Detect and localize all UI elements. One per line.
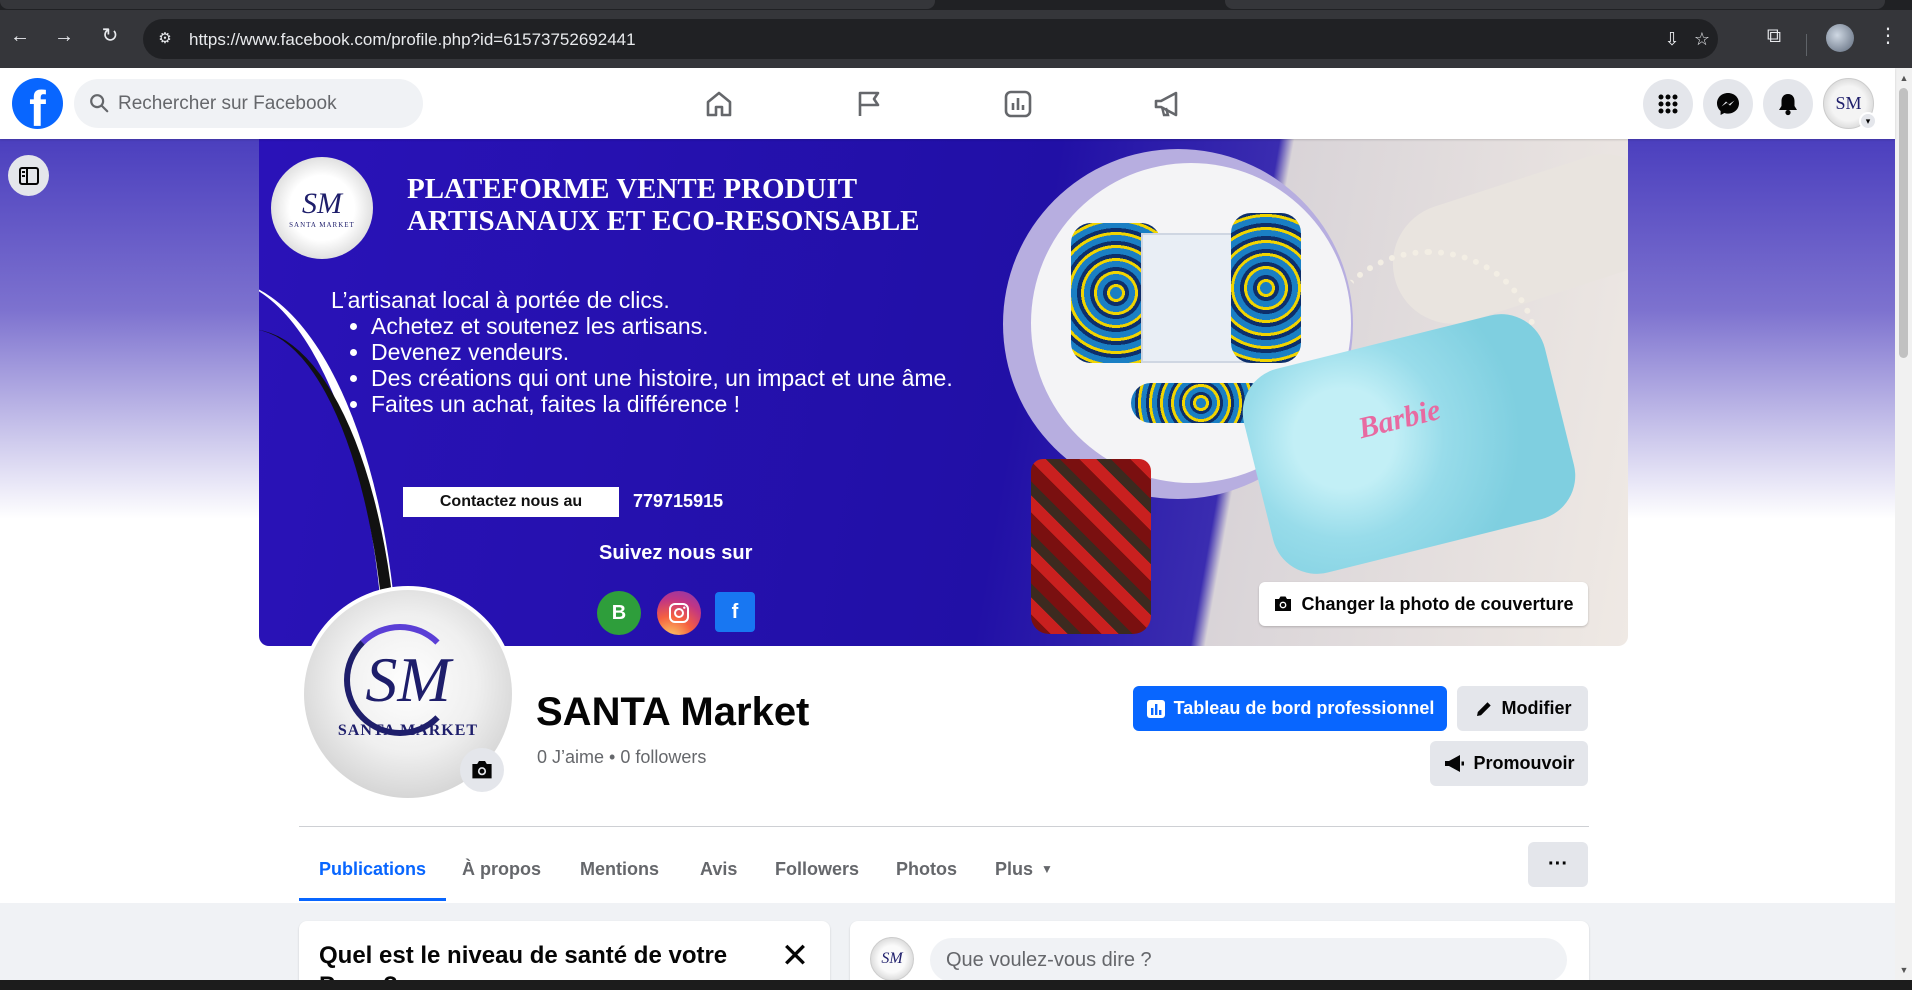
more-options-button[interactable]: ··· (1528, 842, 1588, 887)
cover-photo[interactable]: SM SANTA MARKET PLATEFORME VENTE PRODUIT… (259, 139, 1628, 646)
flag-pages-icon[interactable] (847, 82, 891, 126)
tab-photos[interactable]: Photos (876, 838, 977, 900)
reload-icon[interactable]: ↻ (96, 22, 124, 50)
change-cover-button[interactable]: Changer la photo de couverture (1259, 582, 1588, 626)
tab-publications[interactable]: Publications (299, 838, 447, 901)
tab-label: Followers (775, 858, 860, 879)
cover-bullet-list: Achetez et soutenez les artisans. Devene… (371, 313, 953, 417)
pencil-icon (1476, 701, 1491, 716)
insights-icon (1146, 699, 1165, 718)
professional-dashboard-button[interactable]: Tableau de bord professionnel (1133, 686, 1447, 731)
bookmark-star-icon[interactable]: ☆ (1691, 28, 1713, 50)
account-avatar-initials: SM (1835, 93, 1862, 113)
cover-bullet: Faites un achat, faites la différence ! (371, 391, 953, 417)
wax-bag-right (1231, 213, 1301, 363)
update-profile-photo-button[interactable] (460, 748, 504, 792)
tab-avis[interactable]: Avis (680, 838, 757, 900)
os-taskbar (0, 980, 1912, 990)
toolbar-divider (1806, 34, 1807, 56)
address-bar[interactable]: ⚙ https://www.facebook.com/profile.php?i… (143, 19, 1718, 59)
scrollbar-thumb[interactable] (1899, 88, 1908, 358)
composer-avatar[interactable]: SM (870, 937, 914, 981)
sidebar-toggle-icon[interactable] (8, 155, 49, 196)
cover-logo: SM SANTA MARKET (271, 157, 373, 259)
facebook-social-icon: f (715, 592, 755, 632)
browser-tab[interactable] (1225, 0, 1885, 9)
cover-headline: PLATEFORME VENTE PRODUIT ARTISANAUX ET E… (407, 173, 1047, 237)
search-input[interactable] (118, 79, 408, 128)
tab-label: Photos (896, 858, 957, 879)
tab-a-propos[interactable]: À propos (442, 838, 561, 900)
cover-follow-label: Suivez nous sur (599, 542, 753, 564)
home-icon[interactable] (697, 82, 741, 126)
cover-logo-name: SANTA MARKET (289, 221, 355, 229)
cover-tagline: L’artisanat local à portée de clics. (331, 287, 670, 313)
close-icon[interactable]: ✕ (777, 939, 813, 975)
cover-bullet: Des créations qui ont une histoire, un i… (371, 365, 953, 391)
tab-label: Mentions (580, 858, 659, 879)
facebook-logo[interactable]: f (12, 78, 63, 129)
edit-button-label: Modifier (1501, 698, 1572, 718)
chevron-down-icon[interactable]: ▾ (1859, 112, 1877, 130)
url-text[interactable]: https://www.facebook.com/profile.php?id=… (189, 30, 636, 50)
cover-bullet: Devenez vendeurs. (371, 339, 953, 365)
forward-icon[interactable]: → (50, 22, 78, 50)
tab-label: À propos (462, 858, 541, 879)
browser-toolbar: ← → ↻ ⚙ https://www.facebook.com/profile… (0, 10, 1912, 68)
page-title: SANTA Market (536, 690, 810, 734)
whatsapp-business-icon: B (597, 591, 641, 635)
megaphone-icon (1445, 754, 1465, 772)
red-pattern-bag (1031, 459, 1151, 634)
scroll-down-arrow-icon[interactable]: ▼ (1898, 964, 1910, 976)
camera-icon (1275, 596, 1292, 611)
facebook-topbar: f SM ▾ (0, 68, 1895, 139)
menu-kebab-icon[interactable]: ⋮ (1874, 22, 1902, 50)
post-composer-input[interactable]: Que voulez-vous dire ? (930, 938, 1567, 982)
search-box[interactable] (74, 79, 423, 128)
search-icon (90, 94, 109, 113)
cover-contact-label: Contactez nous au (403, 487, 619, 517)
instagram-icon (657, 591, 701, 635)
site-settings-icon[interactable]: ⚙ (155, 29, 175, 49)
change-cover-label: Changer la photo de couverture (1301, 593, 1574, 614)
professional-dashboard-label: Tableau de bord professionnel (1173, 698, 1435, 718)
tab-label: Plus (995, 858, 1034, 879)
account-avatar[interactable]: SM ▾ (1823, 78, 1877, 130)
back-icon[interactable]: ← (6, 22, 34, 50)
caret-down-icon: ▼ (1041, 862, 1053, 876)
menu-grid-icon[interactable] (1643, 79, 1693, 129)
browser-tab-active[interactable] (0, 0, 935, 9)
bag-brand-text: Barbie (1354, 393, 1444, 446)
tabs-divider (299, 826, 1589, 827)
tab-label: Avis (700, 858, 738, 879)
cover-phone-number: 779715915 (633, 491, 724, 511)
edit-button[interactable]: Modifier (1457, 686, 1588, 731)
page-stats[interactable]: 0 J’aime • 0 followers (537, 747, 706, 768)
cover-headline-line-1: PLATEFORME VENTE PRODUIT (407, 173, 858, 205)
extensions-icon[interactable]: ⧉ (1760, 22, 1788, 50)
promote-button-label: Promouvoir (1473, 753, 1575, 773)
promote-button[interactable]: Promouvoir (1430, 741, 1588, 786)
notifications-bell-icon[interactable] (1763, 79, 1813, 129)
tab-followers[interactable]: Followers (755, 838, 879, 900)
tab-mentions[interactable]: Mentions (560, 838, 679, 900)
cover-bullet: Achetez et soutenez les artisans. (371, 313, 953, 339)
tab-plus[interactable]: Plus ▼ (975, 838, 1073, 900)
profile-logo-ring (344, 624, 456, 736)
install-app-icon[interactable]: ⇩ (1661, 28, 1683, 50)
browser-tabstrip (0, 0, 1912, 10)
messenger-icon[interactable] (1703, 79, 1753, 129)
cover-headline-line-2: ARTISANAUX ET ECO-RESONSABLE (407, 205, 920, 237)
browser-profile-avatar[interactable] (1826, 24, 1854, 52)
megaphone-icon[interactable] (1146, 82, 1190, 126)
tab-label: Publications (319, 858, 427, 879)
camera-icon (472, 761, 492, 779)
cover-logo-initials: SM (302, 187, 342, 220)
insights-icon[interactable] (996, 82, 1040, 126)
scroll-up-arrow-icon[interactable]: ▲ (1898, 72, 1910, 84)
